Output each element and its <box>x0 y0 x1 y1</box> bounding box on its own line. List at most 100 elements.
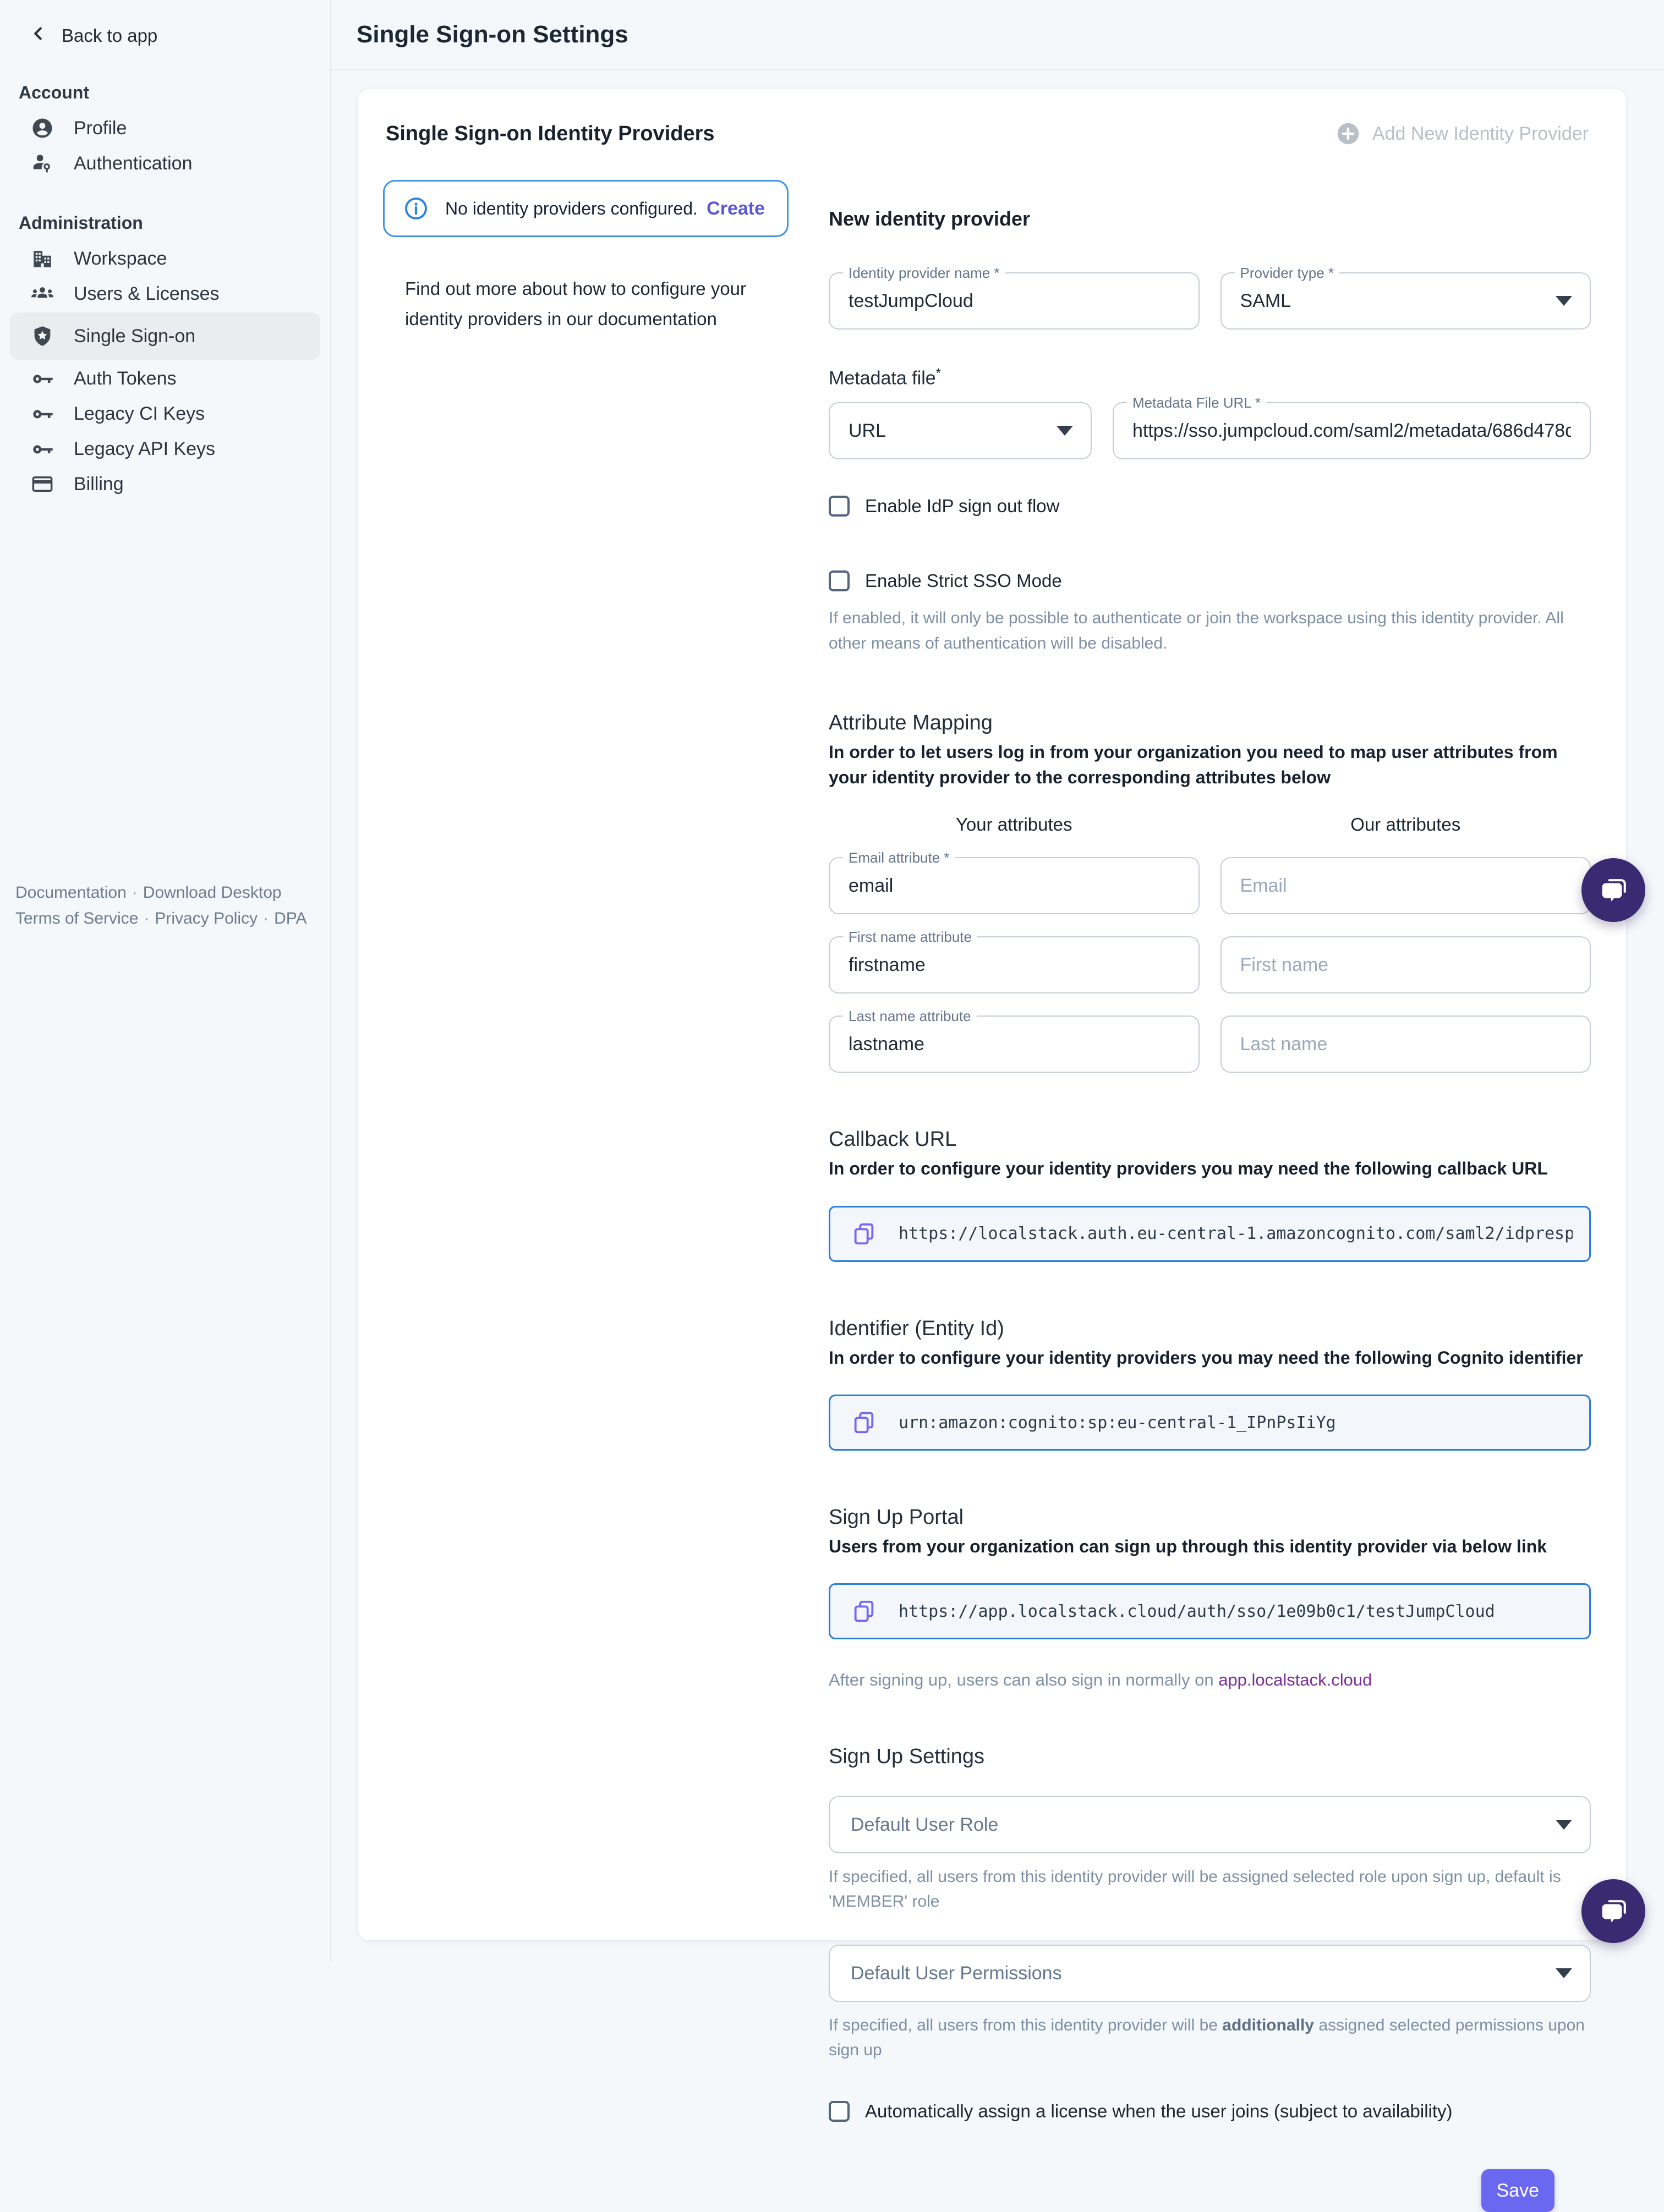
key-icon <box>30 366 55 391</box>
default-user-role-placeholder: Default User Role <box>851 1814 998 1836</box>
provider-type-value: SAML <box>1240 290 1291 312</box>
firstname-our-attribute-field <box>1220 936 1591 994</box>
administration-section-title: Administration <box>19 213 330 233</box>
sidebar-item-auth-tokens[interactable]: Auth Tokens <box>0 361 330 396</box>
identifier-value: urn:amazon:cognito:sp:eu-central-1_IPnPs… <box>899 1413 1336 1432</box>
add-new-identity-provider-button[interactable]: Add New Identity Provider <box>1336 122 1589 146</box>
firstname-attribute-label: First name attribute <box>843 929 977 946</box>
chat-widget-button[interactable] <box>1581 1879 1645 1943</box>
metadata-source-select[interactable]: URL <box>829 402 1092 459</box>
callback-url-heading: Callback URL <box>829 1128 1591 1151</box>
lastname-our-attribute-field <box>1220 1016 1591 1073</box>
email-our-attribute-field <box>1220 857 1591 914</box>
metadata-file-label: Metadata file* <box>829 366 1591 389</box>
separator-dot: · <box>138 909 155 927</box>
firstname-attribute-input[interactable] <box>849 954 1180 976</box>
email-attribute-input[interactable] <box>849 875 1180 897</box>
sidebar-item-users-licenses[interactable]: Users & Licenses <box>0 276 330 311</box>
copy-icon[interactable] <box>851 1410 877 1435</box>
sidebar-item-workspace[interactable]: Workspace <box>0 241 330 276</box>
strict-sso-help: If enabled, it will only be possible to … <box>829 606 1591 656</box>
person-icon <box>30 117 55 140</box>
signup-note: After signing up, users can also sign in… <box>829 1670 1591 1690</box>
idp-signout-checkbox[interactable] <box>829 496 850 517</box>
metadata-file-url-field: Metadata File URL * <box>1113 402 1591 459</box>
account-section-title: Account <box>19 83 330 103</box>
idp-signout-label: Enable IdP sign out flow <box>865 496 1059 517</box>
identity-provider-name-label: Identity provider name * <box>843 265 1005 282</box>
metadata-file-url-input[interactable] <box>1132 420 1571 442</box>
sidebar-item-label: Legacy CI Keys <box>74 403 205 425</box>
chat-bubble-icon <box>1597 874 1629 906</box>
firstname-attribute-field: First name attribute <box>829 936 1200 994</box>
lastname-attribute-label: Last name attribute <box>843 1008 977 1025</box>
dpa-link[interactable]: DPA <box>274 909 306 927</box>
strict-sso-label: Enable Strict SSO Mode <box>865 570 1062 591</box>
provider-type-label: Provider type * <box>1235 265 1340 282</box>
plus-circle-icon <box>1336 122 1360 146</box>
provider-type-select[interactable]: Provider type * SAML <box>1220 272 1591 330</box>
sidebar: Back to app Account Profile Authenticati… <box>0 0 331 1963</box>
sidebar-item-profile[interactable]: Profile <box>0 111 330 146</box>
signup-portal-copybox[interactable]: https://app.localstack.cloud/auth/sso/1e… <box>829 1583 1591 1639</box>
identity-provider-name-input[interactable] <box>849 290 1180 312</box>
chevron-left-icon <box>28 23 48 48</box>
sidebar-item-label: Legacy API Keys <box>74 438 215 460</box>
sidebar-item-label: Profile <box>74 118 127 139</box>
docs-note: Find out more about how to configure you… <box>405 273 781 334</box>
documentation-link[interactable]: Documentation <box>15 883 127 902</box>
signup-portal-heading: Sign Up Portal <box>829 1506 1591 1529</box>
auto-license-checkbox[interactable] <box>829 2101 850 2122</box>
default-user-permissions-select[interactable]: Default User Permissions <box>829 1945 1591 2002</box>
strict-sso-row: Enable Strict SSO Mode <box>829 570 1591 591</box>
default-user-role-select[interactable]: Default User Role <box>829 1796 1591 1853</box>
default-user-role-help: If specified, all users from this identi… <box>829 1864 1591 1914</box>
sidebar-item-billing[interactable]: Billing <box>0 466 330 502</box>
required-asterisk: * <box>936 366 941 381</box>
sidebar-item-label: Users & Licenses <box>74 283 220 305</box>
terms-of-service-link[interactable]: Terms of Service <box>15 909 138 927</box>
key-icon <box>30 402 55 426</box>
strict-sso-checkbox[interactable] <box>829 570 850 591</box>
top-header-bar: Single Sign-on Settings <box>331 0 1664 70</box>
copy-icon[interactable] <box>851 1221 877 1247</box>
firstname-our-attribute-input[interactable] <box>1240 954 1572 976</box>
identifier-copybox[interactable]: urn:amazon:cognito:sp:eu-central-1_IPnPs… <box>829 1395 1591 1451</box>
callback-url-description: In order to configure your identity prov… <box>829 1156 1591 1181</box>
email-our-attribute-input[interactable] <box>1240 875 1572 897</box>
attribute-mapping-heading: Attribute Mapping <box>829 711 1591 735</box>
copy-icon[interactable] <box>851 1599 877 1624</box>
your-attributes-header: Your attributes <box>829 814 1200 835</box>
people-group-icon <box>30 282 55 306</box>
dropdown-caret-icon <box>1556 1968 1572 1978</box>
download-desktop-link[interactable]: Download Desktop <box>143 883 282 902</box>
dropdown-caret-icon <box>1057 426 1073 436</box>
separator-dot: · <box>127 883 143 902</box>
default-user-permissions-placeholder: Default User Permissions <box>851 1963 1062 1984</box>
signup-portal-description: Users from your organization can sign up… <box>829 1534 1591 1559</box>
dropdown-caret-icon <box>1556 1820 1572 1830</box>
sidebar-item-single-sign-on[interactable]: Single Sign-on <box>10 312 320 360</box>
info-icon <box>403 196 429 221</box>
sidebar-item-authentication[interactable]: Authentication <box>0 146 330 181</box>
no-providers-alert: No identity providers configured. Create <box>383 180 789 237</box>
app-localstack-cloud-link[interactable]: app.localstack.cloud <box>1218 1670 1372 1689</box>
save-button[interactable]: Save <box>1481 2169 1555 2212</box>
card-title: Single Sign-on Identity Providers <box>386 122 715 146</box>
back-to-app-button[interactable]: Back to app <box>28 23 330 48</box>
attribute-mapping-description: In order to let users log in from your o… <box>829 739 1591 791</box>
chat-widget-button[interactable] <box>1581 858 1645 922</box>
sidebar-item-label: Authentication <box>74 153 193 174</box>
chat-bubble-icon <box>1597 1895 1629 1927</box>
lastname-our-attribute-input[interactable] <box>1240 1034 1572 1055</box>
sidebar-item-legacy-api-keys[interactable]: Legacy API Keys <box>0 431 330 466</box>
sidebar-item-label: Single Sign-on <box>74 326 195 347</box>
sidebar-item-legacy-ci-keys[interactable]: Legacy CI Keys <box>0 396 330 431</box>
add-new-identity-provider-label: Add New Identity Provider <box>1372 123 1589 145</box>
lastname-attribute-field: Last name attribute <box>829 1016 1200 1073</box>
callback-url-copybox[interactable]: https://localstack.auth.eu-central-1.ama… <box>829 1206 1591 1262</box>
auto-license-label: Automatically assign a license when the … <box>865 2101 1453 2122</box>
privacy-policy-link[interactable]: Privacy Policy <box>155 909 258 927</box>
create-button[interactable]: Create <box>707 198 765 219</box>
lastname-attribute-input[interactable] <box>849 1034 1180 1055</box>
